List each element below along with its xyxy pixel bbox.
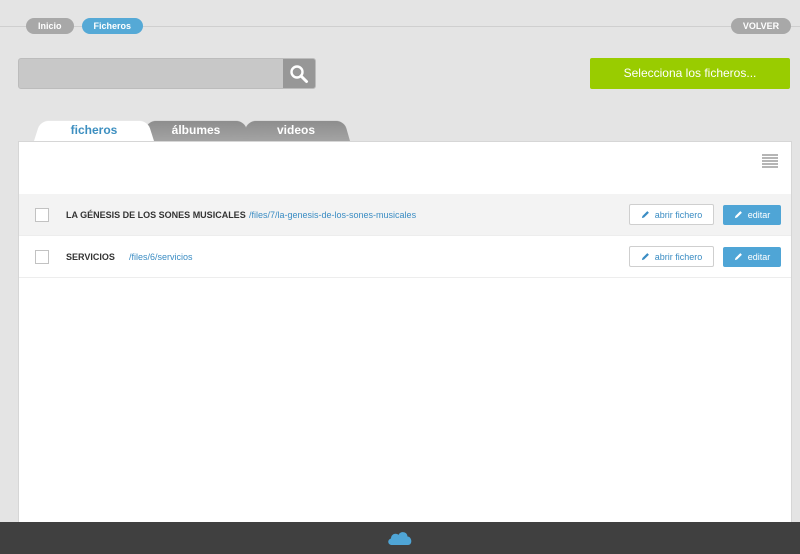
- tab-albums[interactable]: álbumes: [142, 118, 250, 141]
- open-file-button[interactable]: abrir fichero: [629, 204, 714, 225]
- file-name: LA GÉNESIS DE LOS SONES MUSICALES: [66, 209, 246, 220]
- breadcrumb-home[interactable]: Inicio: [26, 18, 74, 34]
- footer-bar: [0, 522, 800, 554]
- file-path-link[interactable]: /files/6/servicios: [129, 252, 193, 262]
- tab-albums-label: álbumes: [171, 123, 221, 137]
- pencil-icon: [641, 211, 649, 219]
- open-file-label: abrir fichero: [654, 209, 703, 220]
- tab-bar: videos álbumes ficheros: [34, 118, 374, 141]
- magnifier-icon: [290, 64, 308, 83]
- tab-files[interactable]: ficheros: [34, 118, 154, 141]
- pencil-icon: [641, 253, 649, 261]
- breadcrumb: Inicio Ficheros: [26, 18, 144, 34]
- pencil-icon: [734, 211, 742, 219]
- row-checkbox[interactable]: [35, 249, 49, 264]
- edit-label: editar: [747, 251, 771, 262]
- tab-files-label: ficheros: [70, 123, 118, 137]
- breadcrumb-current[interactable]: Ficheros: [81, 18, 144, 34]
- search-input[interactable]: [19, 59, 284, 88]
- open-file-button[interactable]: abrir fichero: [629, 246, 714, 267]
- file-path-link[interactable]: /files/7/la-genesis-de-los-sones-musical…: [249, 210, 416, 220]
- tab-videos[interactable]: videos: [242, 118, 350, 141]
- grid-view-icon[interactable]: [762, 154, 778, 169]
- cloud-icon[interactable]: [386, 529, 414, 547]
- tab-videos-label: videos: [276, 123, 315, 137]
- table-row: LA GÉNESIS DE LOS SONES MUSICALES /files…: [19, 194, 791, 236]
- files-panel: LA GÉNESIS DE LOS SONES MUSICALES /files…: [18, 141, 792, 522]
- edit-label: editar: [747, 209, 771, 220]
- table-row: SERVICIOS /files/6/servicios abrir fiche…: [19, 236, 791, 278]
- search-button[interactable]: [283, 59, 315, 88]
- file-name: SERVICIOS: [66, 251, 115, 262]
- search-box: [18, 58, 316, 89]
- open-file-label: abrir fichero: [654, 251, 703, 262]
- select-files-button[interactable]: Selecciona los ficheros...: [590, 58, 790, 89]
- pencil-icon: [734, 253, 742, 261]
- edit-button[interactable]: editar: [723, 246, 781, 267]
- back-button[interactable]: VOLVER: [731, 18, 791, 34]
- row-checkbox[interactable]: [35, 207, 49, 222]
- edit-button[interactable]: editar: [723, 204, 781, 225]
